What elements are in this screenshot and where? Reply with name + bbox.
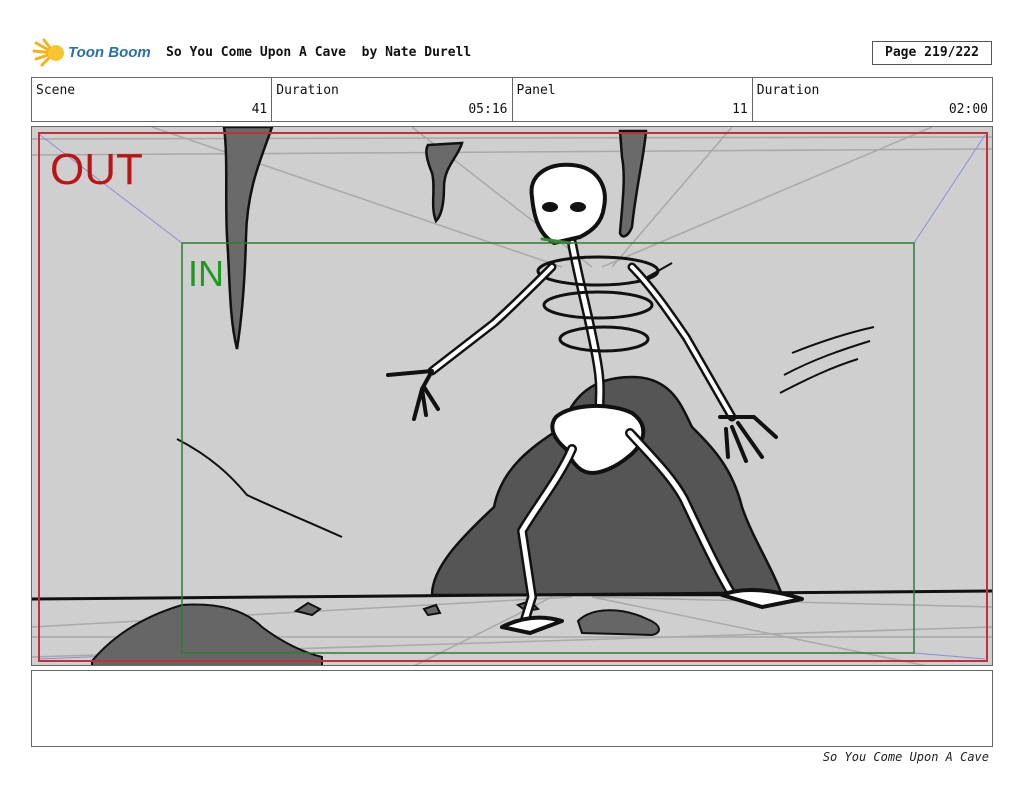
scene-duration-value: 05:16	[468, 102, 508, 117]
scene-value: 41	[251, 102, 268, 117]
panel-duration-cell: Duration 02:00	[753, 78, 992, 121]
stalactites	[222, 127, 648, 350]
panel-duration-label: Duration	[756, 83, 820, 98]
page-number: Page 219/222	[872, 41, 992, 65]
scene-duration-cell: Duration 05:16	[272, 78, 513, 121]
panel-label: Panel	[516, 83, 556, 98]
rocks	[91, 599, 660, 665]
footer-title: So You Come Upon A Cave	[822, 750, 989, 764]
scene-duration-label: Duration	[276, 83, 339, 98]
scene-label: Scene	[36, 83, 76, 98]
skeleton-cave-sketch	[32, 127, 992, 665]
storyboard-panel: OUT IN	[31, 126, 993, 666]
panel-value: 11	[732, 102, 748, 117]
panel-info-row: Scene 41 Duration 05:16 Panel 11 Duratio…	[31, 77, 993, 122]
scene-cell: Scene 41	[32, 78, 273, 121]
out-label: OUT	[50, 145, 143, 194]
logo-text: Toon Boom	[68, 44, 151, 61]
storyboard-title: So You Come Upon A Cave by Nate Durell	[166, 45, 472, 60]
in-label: IN	[188, 253, 224, 294]
panel-cell: Panel 11	[513, 78, 753, 121]
panel-duration-value: 02:00	[948, 102, 988, 117]
sun-burst-icon	[32, 38, 64, 67]
panel-notes	[31, 670, 993, 747]
wall-crack	[176, 438, 343, 538]
